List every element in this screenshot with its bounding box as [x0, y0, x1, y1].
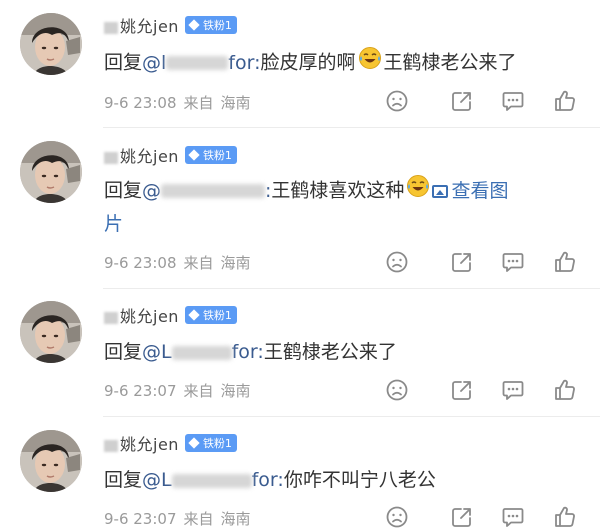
thumbs-up-icon[interactable] — [552, 249, 578, 275]
image-icon — [432, 184, 449, 198]
comment-icon[interactable] — [500, 88, 526, 114]
source-label: 来自 — [183, 94, 214, 112]
action-bar — [384, 504, 584, 530]
timestamp: 9-6 23:07 — [104, 382, 177, 400]
location: 海南 — [220, 94, 251, 112]
reply-prefix: 回复 — [104, 469, 143, 491]
comment-meta: 9-6 23:07 来自 海南 — [104, 380, 258, 401]
reply-prefix: 回复 — [104, 341, 143, 363]
fan-badge-label: 铁粉1 — [202, 19, 232, 32]
laughing-crying-emoji-icon — [358, 46, 382, 80]
location: 海南 — [220, 254, 251, 272]
diamond-icon — [188, 309, 200, 321]
timestamp: 9-6 23:08 — [104, 94, 177, 112]
action-bar — [384, 377, 584, 403]
fan-badge-label: 铁粉1 — [202, 149, 232, 162]
comment-icon[interactable] — [500, 249, 526, 275]
divider — [103, 127, 600, 128]
share-icon[interactable] — [449, 249, 475, 275]
username-text: 姚允jen — [120, 17, 179, 36]
comment-icon[interactable] — [500, 504, 526, 530]
share-icon[interactable] — [449, 504, 475, 530]
user-row: 姚允jen 铁粉1 — [104, 144, 237, 166]
mention-handle[interactable]: @: — [142, 180, 271, 202]
share-icon[interactable] — [449, 377, 475, 403]
reply-text: 回复@:王鹤棣喜欢这种 查看图片 — [104, 174, 584, 240]
reply-prefix: 回复 — [104, 51, 143, 74]
fan-badge: 铁粉1 — [184, 306, 237, 324]
reply-body-2: 王鹤棣老公来了 — [383, 51, 517, 74]
source-label: 来自 — [183, 254, 214, 272]
comment-icon[interactable] — [500, 377, 526, 403]
username[interactable]: 姚允jen — [104, 431, 179, 455]
action-bar — [384, 249, 584, 275]
reply-body: 王鹤棣老公来了 — [263, 341, 397, 363]
source-label: 来自 — [183, 510, 214, 528]
sad-face-icon[interactable] — [384, 88, 410, 114]
user-row: 姚允jen 铁粉1 — [104, 432, 237, 454]
timestamp: 9-6 23:07 — [104, 510, 177, 528]
divider — [103, 288, 600, 289]
avatar[interactable] — [20, 430, 82, 492]
reply-prefix: 回复 — [104, 179, 143, 202]
diamond-icon — [188, 149, 200, 161]
location: 海南 — [220, 510, 251, 528]
location: 海南 — [220, 382, 251, 400]
action-bar — [384, 88, 584, 114]
fan-badge: 铁粉1 — [184, 16, 237, 34]
username-text: 姚允jen — [120, 435, 179, 454]
fan-badge: 铁粉1 — [184, 146, 237, 164]
reply-body: 王鹤棣喜欢这种 — [271, 179, 405, 202]
comment-meta: 9-6 23:07 来自 海南 — [104, 508, 258, 529]
mention-handle[interactable]: @l for: — [142, 52, 260, 74]
diamond-icon — [188, 19, 200, 31]
avatar[interactable] — [20, 13, 82, 75]
username[interactable]: 姚允jen — [104, 13, 179, 37]
sad-face-icon[interactable] — [384, 249, 410, 275]
reply-text: 回复@l for:脸皮厚的啊 王鹤棣老公来了 — [104, 46, 584, 80]
reply-text: 回复@L for:你咋不叫宁八老公 — [104, 464, 584, 496]
thumbs-up-icon[interactable] — [552, 504, 578, 530]
username-text: 姚允jen — [120, 147, 179, 166]
avatar[interactable] — [20, 301, 82, 363]
divider — [103, 416, 600, 417]
username-text: 姚允jen — [120, 307, 179, 326]
share-icon[interactable] — [449, 88, 475, 114]
reply-body: 脸皮厚的啊 — [260, 51, 356, 74]
reply-text: 回复@L for:王鹤棣老公来了 — [104, 336, 584, 368]
laughing-crying-emoji-icon — [406, 174, 430, 208]
comment-meta: 9-6 23:08 来自 海南 — [104, 252, 258, 273]
source-label: 来自 — [183, 382, 214, 400]
comment-meta: 9-6 23:08 来自 海南 — [104, 92, 258, 113]
username[interactable]: 姚允jen — [104, 143, 179, 167]
user-row: 姚允jen 铁粉1 — [104, 304, 237, 326]
username[interactable]: 姚允jen — [104, 303, 179, 327]
fan-badge-label: 铁粉1 — [202, 437, 232, 450]
thumbs-up-icon[interactable] — [552, 88, 578, 114]
user-row: 姚允jen 铁粉1 — [104, 14, 237, 36]
mention-handle[interactable]: @L for: — [142, 469, 284, 491]
thumbs-up-icon[interactable] — [552, 377, 578, 403]
sad-face-icon[interactable] — [384, 377, 410, 403]
fan-badge-label: 铁粉1 — [202, 309, 232, 322]
timestamp: 9-6 23:08 — [104, 254, 177, 272]
diamond-icon — [188, 437, 200, 449]
reply-body: 你咋不叫宁八老公 — [283, 469, 436, 491]
sad-face-icon[interactable] — [384, 504, 410, 530]
avatar[interactable] — [20, 141, 82, 203]
fan-badge: 铁粉1 — [184, 434, 237, 452]
mention-handle[interactable]: @L for: — [142, 341, 264, 363]
